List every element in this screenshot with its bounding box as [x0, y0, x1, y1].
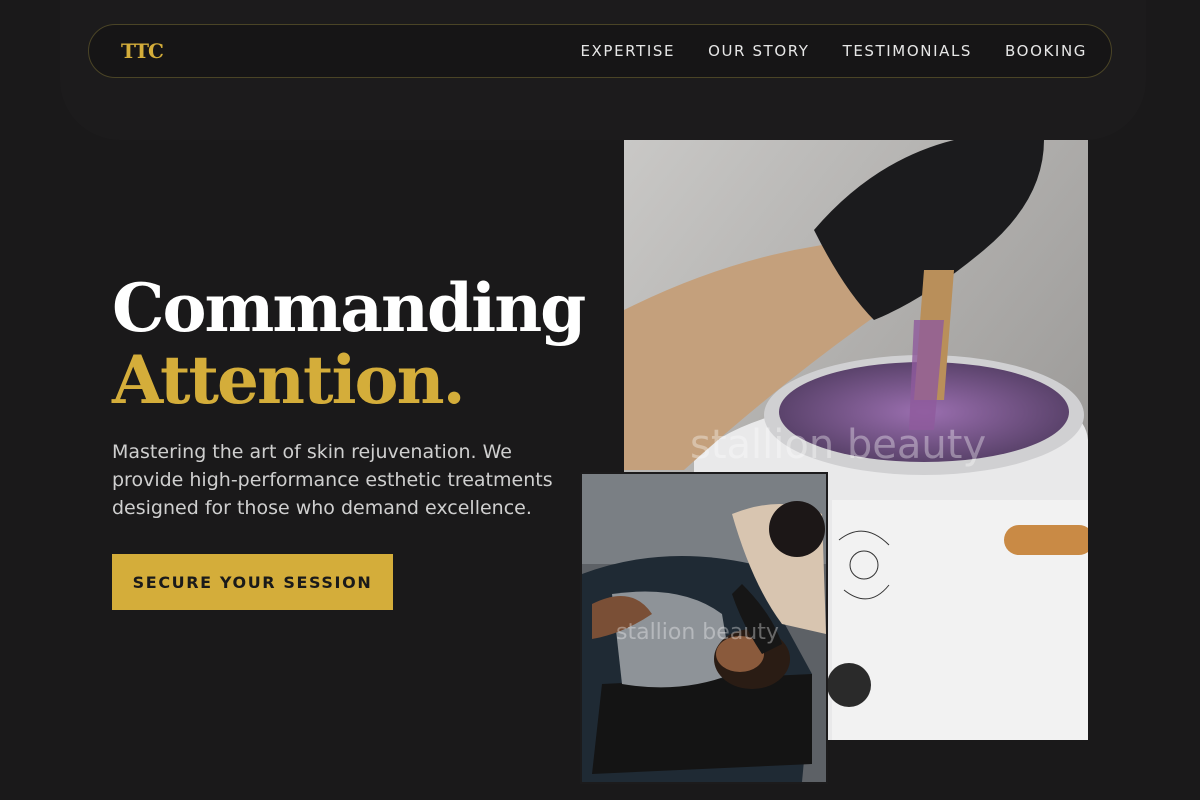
- main-image-watermark: stallion beauty: [690, 422, 987, 468]
- small-image-watermark: stallion beauty: [616, 620, 779, 645]
- headline-line-2: Attention.: [112, 341, 466, 419]
- secure-session-button[interactable]: SECURE YOUR SESSION: [112, 554, 393, 610]
- hero-headline: Commanding Attention.: [112, 269, 586, 419]
- headline-line-1: Commanding: [112, 269, 586, 347]
- nav-link-booking[interactable]: BOOKING: [1005, 42, 1087, 60]
- facial-treatment-photo: stallion beauty: [580, 472, 828, 784]
- nav-link-testimonials[interactable]: TESTIMONIALS: [843, 42, 972, 60]
- nav-link-our-story[interactable]: OUR STORY: [708, 42, 810, 60]
- brand-logo[interactable]: TTC: [121, 39, 164, 63]
- hero-description: Mastering the art of skin rejuvenation. …: [112, 441, 553, 519]
- nav-menu: EXPERTISE OUR STORY TESTIMONIALS BOOKING: [580, 42, 1087, 60]
- nav-link-expertise[interactable]: EXPERTISE: [580, 42, 675, 60]
- navbar: TTC EXPERTISE OUR STORY TESTIMONIALS BOO…: [88, 24, 1112, 78]
